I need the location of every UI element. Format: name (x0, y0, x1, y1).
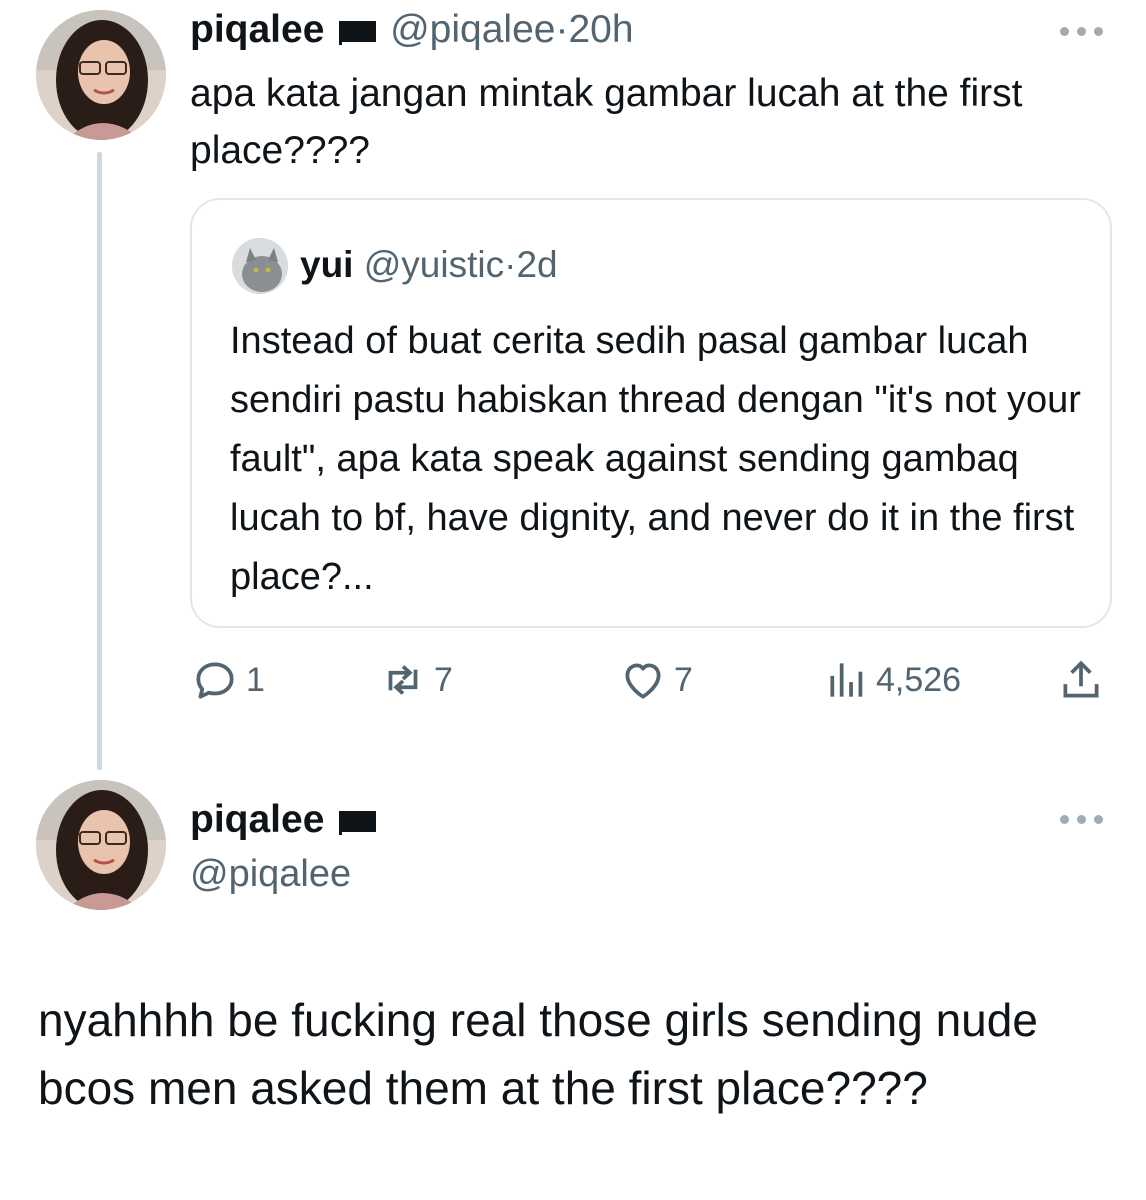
quoted-author-avatar (232, 238, 288, 294)
reply-tweet-text: nyahhhh be fucking real those girls send… (38, 994, 1038, 1114)
avatar-photo (36, 10, 166, 140)
views-chart-icon (830, 663, 863, 697)
quoted-tweet-header: yui @yuistic·2d (300, 242, 558, 288)
reply-author-handle[interactable]: @piqalee (190, 850, 351, 898)
reply-author-name[interactable]: piqalee (190, 798, 324, 841)
repost-button[interactable]: 7 (378, 652, 453, 708)
author-name[interactable]: piqalee (190, 8, 324, 51)
more-horizontal-icon[interactable] (1058, 24, 1108, 38)
tweet-header: piqalee @piqalee·20h (190, 6, 634, 54)
quoted-tweet-text: Instead of buat cerita sedih pasal gamba… (230, 320, 1081, 598)
reply-button[interactable]: 1 (190, 652, 265, 708)
avatar-photo (36, 780, 166, 910)
share-icon (1063, 660, 1099, 698)
views-button[interactable]: 4,526 (820, 652, 961, 708)
cat-avatar-photo (232, 238, 288, 294)
tweet-timestamp[interactable]: 20h (568, 8, 633, 51)
like-button[interactable]: 7 (618, 652, 693, 708)
author-avatar[interactable] (36, 10, 166, 140)
quoted-author-name: yui (300, 244, 354, 285)
repost-icon (388, 665, 418, 695)
quoted-author-handle: @yuistic (363, 244, 505, 285)
black-flag-icon (339, 810, 377, 835)
reply-icon (196, 662, 234, 699)
share-button[interactable] (1056, 652, 1112, 708)
quoted-tweet-timestamp: 2d (516, 244, 558, 285)
more-horizontal-icon[interactable] (1058, 812, 1108, 826)
black-flag-icon (339, 20, 377, 45)
thread-connector-line (97, 152, 102, 770)
separator-dot: · (555, 8, 569, 51)
author-handle[interactable]: @piqalee (390, 8, 555, 51)
reply-author-name-row: piqalee (190, 796, 379, 844)
heart-icon (625, 663, 661, 699)
reply-count: 1 (246, 660, 265, 699)
view-count: 4,526 (876, 660, 962, 699)
reply-author-avatar[interactable] (36, 780, 166, 910)
quoted-tweet-card[interactable]: yui @yuistic·2d Instead of buat cerita s… (190, 198, 1112, 628)
tweet-action-bar: 1 7 7 4,526 (190, 652, 1110, 708)
separator-dot: · (504, 244, 517, 285)
tweet-text: apa kata jangan mintak gambar lucah at t… (190, 72, 1023, 172)
repost-count: 7 (434, 660, 453, 699)
like-count: 7 (674, 660, 693, 699)
